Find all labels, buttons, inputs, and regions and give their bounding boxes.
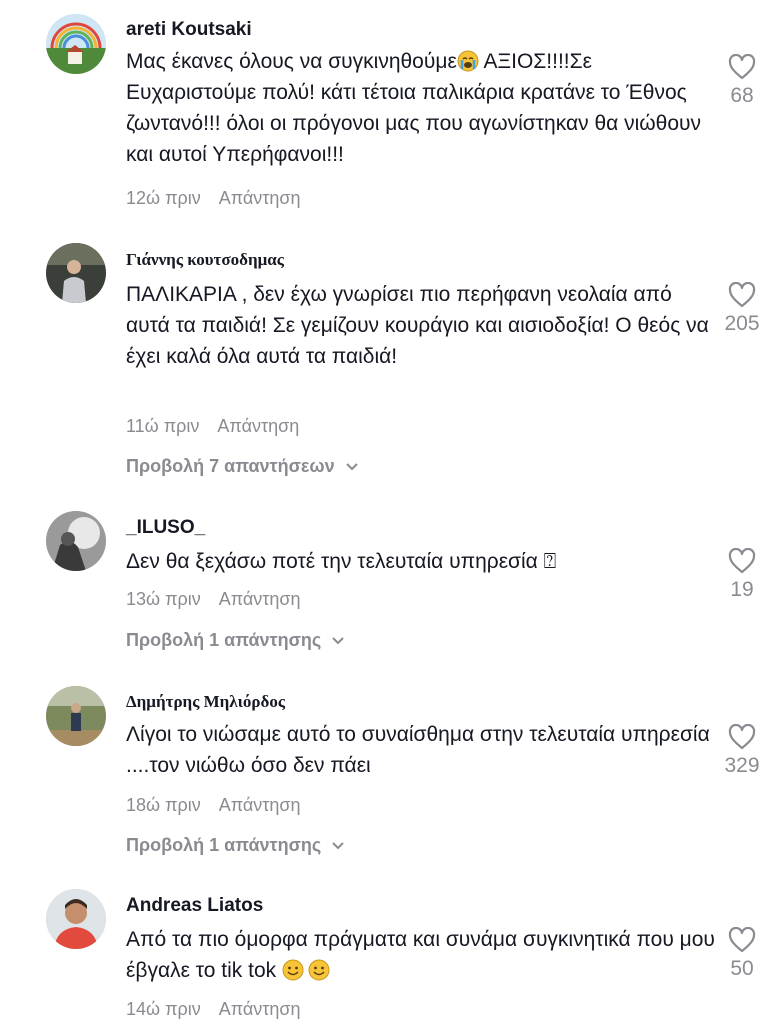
crying-face-emoji — [457, 50, 479, 72]
comment-author[interactable]: Γιάννης κουτσοδημας — [126, 250, 284, 270]
comment-meta: 13ώ πριν Απάντηση — [126, 589, 301, 610]
comment-meta: 18ώ πριν Απάντηση — [126, 795, 301, 816]
comment-text: Δεν θα ξεχάσω ποτέ την τελευταία υπηρεσί… — [126, 550, 557, 573]
like-count: 50 — [730, 957, 754, 980]
comment-time: 14ώ πριν — [126, 999, 201, 1019]
view-replies-button[interactable]: Προβολή 1 απάντησης — [126, 630, 345, 651]
reply-button[interactable]: Απάντηση — [219, 188, 301, 208]
comment-author[interactable]: _ILUSO_ — [126, 517, 205, 539]
heart-icon[interactable] — [728, 548, 756, 574]
comment-text: Από τα πιο όμορφα πράγματα και συνάμα συ… — [126, 924, 716, 986]
comment-text: Μας έκανες όλους να συγκινηθούμε ΑΞΙΟΣ!!… — [126, 46, 716, 170]
like-count: 205 — [724, 312, 760, 335]
smiling-face-emoji — [282, 959, 304, 981]
heart-icon[interactable] — [728, 724, 756, 750]
comment-author[interactable]: Andreas Liatos — [126, 895, 263, 917]
like-button[interactable]: 205 — [712, 282, 772, 336]
chevron-down-icon — [332, 636, 344, 644]
like-count: 329 — [724, 754, 760, 777]
comment-meta: 12ώ πριν Απάντηση — [126, 188, 301, 209]
comment-author[interactable]: Δημήτρης Μηλιόρδος — [126, 692, 285, 712]
reply-button[interactable]: Απάντηση — [219, 589, 301, 609]
avatar[interactable] — [46, 889, 106, 949]
view-replies-label: Προβολή 1 απάντησης — [126, 630, 322, 650]
view-replies-label: Προβολή 1 απάντησης — [126, 835, 322, 855]
avatar[interactable] — [46, 511, 106, 571]
avatar[interactable] — [46, 14, 106, 74]
heart-icon[interactable] — [728, 927, 756, 953]
comment-meta: 14ώ πριν Απάντηση — [126, 999, 301, 1020]
avatar[interactable] — [46, 243, 106, 303]
view-replies-label: Προβολή 7 απαντήσεων — [126, 456, 335, 476]
like-button[interactable]: 68 — [712, 54, 772, 108]
like-button[interactable]: 19 — [712, 548, 772, 602]
avatar[interactable] — [46, 686, 106, 746]
reply-button[interactable]: Απάντηση — [217, 416, 299, 436]
like-button[interactable]: 329 — [712, 724, 772, 778]
heart-icon[interactable] — [728, 282, 756, 308]
comment-text: Λίγοι το νιώσαμε αυτό το συναίσθημα στην… — [126, 723, 710, 777]
reply-button[interactable]: Απάντηση — [219, 999, 301, 1019]
comment-meta: 11ώ πριν Απάντηση — [126, 416, 299, 437]
chevron-down-icon — [332, 841, 344, 849]
comment-text-start: Μας έκανες όλους να συγκινηθούμε — [126, 50, 457, 73]
comment-text-body: Από τα πιο όμορφα πράγματα και συνάμα συ… — [126, 928, 715, 982]
smiling-face-emoji — [308, 959, 330, 981]
like-button[interactable]: 50 — [712, 927, 772, 981]
comment-time: 12ώ πριν — [126, 188, 201, 208]
like-count: 68 — [730, 84, 754, 107]
comment-time: 11ώ πριν — [126, 416, 200, 436]
heart-icon[interactable] — [728, 54, 756, 80]
view-replies-button[interactable]: Προβολή 1 απάντησης — [126, 835, 345, 856]
reply-button[interactable]: Απάντηση — [219, 795, 301, 815]
chevron-down-icon — [345, 462, 358, 470]
comment-author[interactable]: areti Koutsaki — [126, 19, 252, 41]
like-count: 19 — [730, 578, 754, 601]
comment-time: 13ώ πριν — [126, 589, 201, 609]
view-replies-button[interactable]: Προβολή 7 απαντήσεων — [126, 456, 359, 477]
comment-text: ΠΑΛΙΚΑΡΙΑ , δεν έχω γνωρίσει πιο περήφαν… — [126, 283, 709, 368]
comment-time: 18ώ πριν — [126, 795, 201, 815]
